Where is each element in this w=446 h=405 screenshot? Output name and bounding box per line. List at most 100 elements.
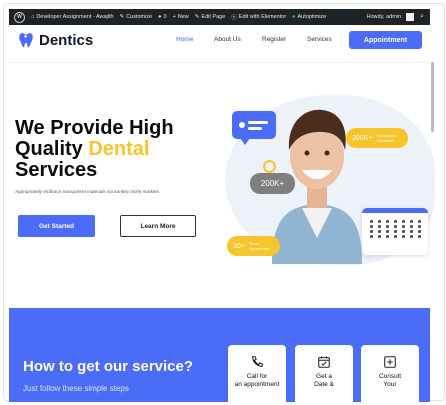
page-scrollbar[interactable]	[431, 62, 434, 132]
home-icon: ⌂	[31, 14, 35, 20]
stat-badge-experience-label: Years Experience	[248, 241, 269, 251]
site-header: Dentics Home About Us Register Services …	[9, 25, 430, 57]
calendar-widget-icon	[362, 208, 428, 255]
admin-customize-link[interactable]: ✎ Customize	[120, 14, 153, 20]
hero-subtitle: Appropriately embrace transparent materi…	[15, 189, 161, 194]
service-card-call-line2: an appointment	[234, 381, 280, 388]
admin-comments-count: 0	[163, 14, 167, 20]
wp-admin-bar: W ⌂ Developer Assignment - Awajith ✎ Custo…	[9, 9, 430, 25]
calendar-dot	[370, 235, 373, 238]
avatar	[406, 13, 415, 21]
comment-icon: ●	[158, 14, 162, 20]
header-divider	[9, 62, 430, 63]
service-subtitle: Just follow these simple steps	[23, 384, 129, 393]
appointment-button[interactable]: Appointment	[349, 31, 422, 49]
elementor-icon: ⓔ	[231, 15, 237, 21]
logo-text: Dentics	[39, 31, 94, 49]
calendar-dot	[418, 230, 421, 233]
hero-title: We Provide High Quality Dental Services	[15, 118, 225, 181]
stat-badge-treatments: 200K+ Successful Treatment	[346, 128, 408, 148]
calendar-dot	[378, 230, 381, 233]
admin-new-label: New	[177, 14, 189, 20]
admin-comments-link[interactable]: ● 0	[158, 14, 166, 20]
hero-title-line-1: We Provide High	[15, 117, 174, 139]
calendar-dot	[402, 230, 405, 233]
calendar-dot	[410, 230, 413, 233]
admin-edit-page-link[interactable]: ✎ Edit Page	[195, 14, 225, 20]
calendar-dot	[410, 220, 413, 223]
wordpress-icon[interactable]: W	[14, 11, 25, 23]
stat-badge-grey: 200K+	[250, 173, 295, 194]
service-section: How to get our service? Just follow thes…	[9, 308, 430, 405]
ring-decoration	[263, 160, 276, 173]
calendar-dot	[418, 225, 421, 228]
calendar-dot	[370, 220, 373, 223]
nav-services[interactable]: Services	[307, 36, 332, 43]
service-title: How to get our service?	[23, 358, 194, 375]
calendar-dot	[386, 225, 389, 228]
search-icon[interactable]: ⌕	[420, 13, 424, 21]
service-card-consult[interactable]: Consult Your	[361, 345, 419, 405]
calendar-dot	[386, 220, 389, 223]
site-logo[interactable]: Dentics	[17, 31, 93, 49]
calendar-dot	[378, 220, 381, 223]
brush-icon: ✎	[119, 14, 125, 20]
service-card-call-line1: Call for	[246, 373, 268, 380]
service-card-date-line1: Get a	[316, 373, 332, 380]
calendar-dot	[402, 220, 405, 223]
calendar-dot	[410, 235, 413, 238]
service-card-consult-line2: Your	[383, 381, 397, 388]
admin-elementor-link[interactable]: ⓔ Edit with Elementor	[231, 13, 286, 21]
calendar-dot	[370, 225, 373, 228]
hero-title-line-2: Quality Dental	[15, 139, 225, 160]
nav-home[interactable]: Home	[176, 36, 193, 43]
admin-site-link[interactable]: ⌂ Developer Assignment - Awajith	[31, 14, 114, 20]
status-dot-icon: ●	[292, 14, 296, 20]
calendar-dot	[386, 235, 389, 238]
admin-customize-label: Customize	[126, 14, 153, 20]
service-card-consult-line1: Consult	[378, 373, 402, 380]
calendar-dot	[394, 235, 397, 238]
calendar-check-icon	[318, 356, 330, 368]
hero-title-dental: Dental	[88, 138, 150, 160]
calendar-dot	[410, 225, 413, 228]
nav-about-us[interactable]: About Us	[214, 36, 241, 43]
calendar-dot	[370, 230, 373, 233]
calendar-dot	[418, 220, 421, 223]
admin-edit-page-label: Edit Page	[201, 14, 226, 20]
admin-elementor-label: Edit with Elementor	[238, 14, 287, 20]
calendar-dot	[378, 235, 381, 238]
nav-register[interactable]: Register	[262, 36, 286, 43]
stat-badge-experience-value: 30+	[233, 242, 245, 250]
pencil-icon: ✎	[194, 14, 200, 20]
service-card-date[interactable]: Get a Date &	[295, 345, 353, 405]
calendar-dot	[378, 225, 381, 228]
calendar-dot	[394, 225, 397, 228]
service-card-call[interactable]: Call for an appointment	[228, 345, 286, 405]
calendar-dot	[402, 235, 405, 238]
hero-title-quality: Quality	[15, 138, 89, 160]
hero-title-line-3: Services	[15, 159, 98, 181]
chat-bubble-icon	[232, 111, 276, 145]
service-card-date-line2: Date &	[314, 381, 334, 388]
admin-account-link[interactable]: Howdy, admin	[366, 13, 415, 21]
calendar-dot	[402, 225, 405, 228]
admin-autoptimize-link[interactable]: ● Autoptimize	[292, 14, 326, 20]
admin-autoptimize-label: Autoptimize	[297, 14, 327, 20]
phone-icon	[252, 356, 263, 367]
stat-badge-experience: 30+ Years Experience	[227, 236, 280, 256]
calendar-dot	[394, 220, 397, 223]
calendar-dot	[394, 230, 397, 233]
admin-new-link[interactable]: + New	[173, 14, 189, 20]
stat-badge-treatments-label: Successful Treatment	[376, 133, 396, 143]
plus-icon: +	[172, 14, 176, 20]
admin-site-label: Developer Assignment - Awajith	[36, 14, 114, 20]
tooth-logo-icon	[19, 33, 33, 48]
stat-badge-treatments-value: 200K+	[352, 134, 373, 142]
calendar-dot	[418, 235, 421, 238]
learn-more-button[interactable]: Learn More	[120, 215, 196, 237]
plus-square-icon	[384, 356, 396, 368]
admin-howdy-label: Howdy, admin	[366, 14, 402, 20]
get-started-button[interactable]: Get Started	[18, 215, 95, 237]
calendar-dot	[386, 230, 389, 233]
